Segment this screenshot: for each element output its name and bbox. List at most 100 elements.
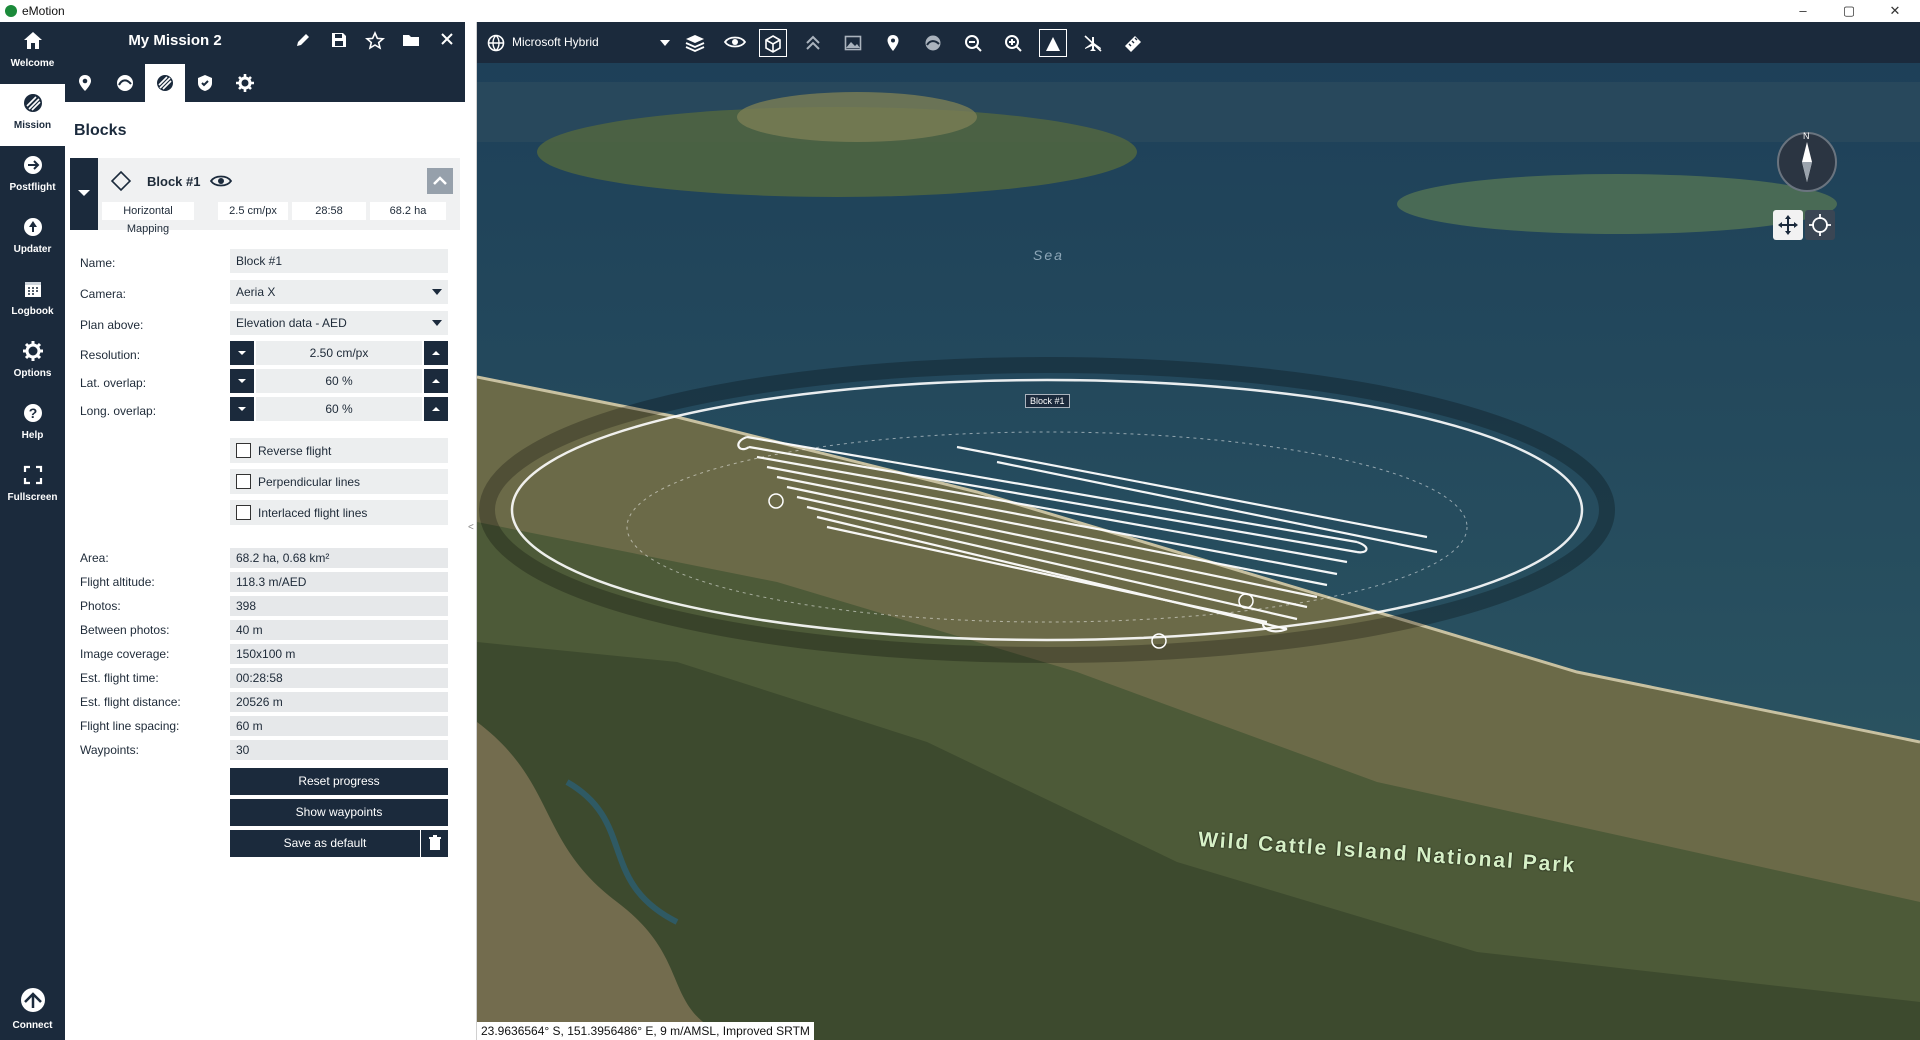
compass[interactable]: N [1777,131,1837,192]
3d-view-button[interactable] [759,29,787,57]
photos-value: 398 [230,596,448,616]
nav-updater[interactable]: Updater [0,208,65,270]
resolution-stepper[interactable]: 2.50 cm/px [230,341,448,365]
lat-overlap-decrease-button[interactable] [230,369,254,393]
rotate-mode-button[interactable] [1805,210,1835,240]
long-overlap-increase-button[interactable] [424,397,448,421]
nav-options[interactable]: Options [0,332,65,394]
rename-mission-button[interactable] [291,31,315,55]
close-mission-button[interactable] [435,31,459,55]
blocks-icon [157,75,173,91]
lat-overlap-stepper[interactable]: 60 % [230,369,448,393]
sea-label: Sea [1033,247,1064,263]
save-mission-button[interactable] [327,31,351,55]
nav-logbook[interactable]: Logbook [0,270,65,332]
block-expand-toggle[interactable] [70,158,98,230]
tab-takeoff[interactable] [65,64,105,102]
app-logo-icon [5,5,17,17]
long-overlap-stepper[interactable]: 60 % [230,397,448,421]
nav-mission[interactable]: Mission [0,84,65,146]
map-view[interactable]: Microsoft Hybrid Sea Block #1 Wild Cattl… [477,22,1920,1040]
reset-progress-button[interactable]: Reset progress [230,768,448,795]
airplane-slash-icon [1084,35,1102,52]
elevation-button[interactable] [919,29,947,57]
chevron-up-icon [433,176,447,185]
resolution-decrease-button[interactable] [230,341,254,365]
checkbox-box[interactable] [236,443,251,458]
visibility-eye-icon[interactable] [210,173,232,189]
pan-mode-button[interactable] [1773,210,1803,240]
zoom-out-icon [965,35,982,52]
block-map-tag[interactable]: Block #1 [1025,394,1070,408]
nav-mission-label: Mission [13,120,52,131]
collapse-panel-icon[interactable]: < [468,522,474,533]
location-pin-icon [79,75,91,91]
block-name-input[interactable]: Block #1 [230,249,448,273]
reverse-flight-checkbox[interactable]: Reverse flight [230,438,448,463]
nav-postflight[interactable]: Postflight [0,146,65,208]
restore-button[interactable]: ▢ [1826,0,1872,22]
block-type-chip: Horizontal Mapping [102,202,194,235]
chevron-down-icon [78,190,90,196]
map-coordinates-status: 23.9636564° S, 151.3956486° E, 9 m/AMSL,… [477,1022,814,1040]
photos-label: Photos: [80,599,121,613]
rotate-icon [1809,214,1831,236]
flight-distance-label: Est. flight distance: [80,695,181,709]
image-coverage-value: 150x100 m [230,644,448,664]
open-mission-button[interactable] [399,31,423,55]
terrain-icon [117,75,133,91]
interlaced-lines-checkbox[interactable]: Interlaced flight lines [230,500,448,525]
tab-settings[interactable] [225,64,265,102]
nav-connect[interactable]: Connect [0,978,65,1040]
checkbox-box[interactable] [236,474,251,489]
resolution-increase-button[interactable] [424,341,448,365]
pin-button[interactable] [879,29,907,57]
close-window-button[interactable]: ✕ [1872,0,1918,22]
block-collapse-button[interactable] [427,168,453,194]
minimize-button[interactable]: – [1780,0,1826,22]
globe-button[interactable] [482,29,510,57]
window-title: eMotion [22,4,65,18]
shield-icon [198,75,212,91]
delete-block-button[interactable] [421,830,448,857]
north-up-button[interactable] [1039,29,1067,57]
no-fly-zone-button[interactable] [1079,29,1107,57]
layers-button[interactable] [681,29,709,57]
lat-overlap-value[interactable]: 60 % [256,369,422,393]
layers-icon [685,35,705,52]
show-waypoints-button[interactable]: Show waypoints [230,799,448,826]
plan-above-select[interactable]: Elevation data - AED [230,311,448,335]
long-overlap-value[interactable]: 60 % [256,397,422,421]
line-spacing-value: 60 m [230,716,448,736]
resolution-value[interactable]: 2.50 cm/px [256,341,422,365]
favorite-mission-button[interactable] [363,31,387,55]
mission-header: My Mission 2 [65,22,465,102]
chevron-down-icon [238,351,246,355]
nav-help[interactable]: ? Help [0,394,65,456]
block-card[interactable]: Block #1 Horizontal Mapping 2.5 cm/px 28… [70,158,460,235]
visibility-button[interactable] [721,29,749,57]
chevron-down-icon[interactable] [659,39,671,47]
panel-splitter[interactable]: < [465,22,477,1040]
nav-welcome[interactable]: Welcome [0,22,65,84]
long-overlap-decrease-button[interactable] [230,397,254,421]
tab-safety[interactable] [185,64,225,102]
lat-overlap-label: Lat. overlap: [80,376,147,390]
imagery-button[interactable] [839,29,867,57]
map-canvas[interactable] [477,22,1920,1040]
tab-blocks[interactable] [145,64,185,102]
nav-fullscreen[interactable]: Fullscreen [0,456,65,518]
image-icon [844,35,862,51]
save-as-default-button[interactable]: Save as default [230,830,420,857]
mission-panel: My Mission 2 Blocks Block #1 Horizontal … [65,22,465,1040]
zoom-out-button[interactable] [959,29,987,57]
terrain-view-button[interactable] [799,29,827,57]
camera-select[interactable]: Aeria X [230,280,448,304]
basemap-select[interactable]: Microsoft Hybrid [512,35,599,49]
zoom-in-button[interactable] [999,29,1027,57]
tab-terrain[interactable] [105,64,145,102]
lat-overlap-increase-button[interactable] [424,369,448,393]
checkbox-box[interactable] [236,505,251,520]
measure-button[interactable] [1119,29,1147,57]
perpendicular-lines-checkbox[interactable]: Perpendicular lines [230,469,448,494]
